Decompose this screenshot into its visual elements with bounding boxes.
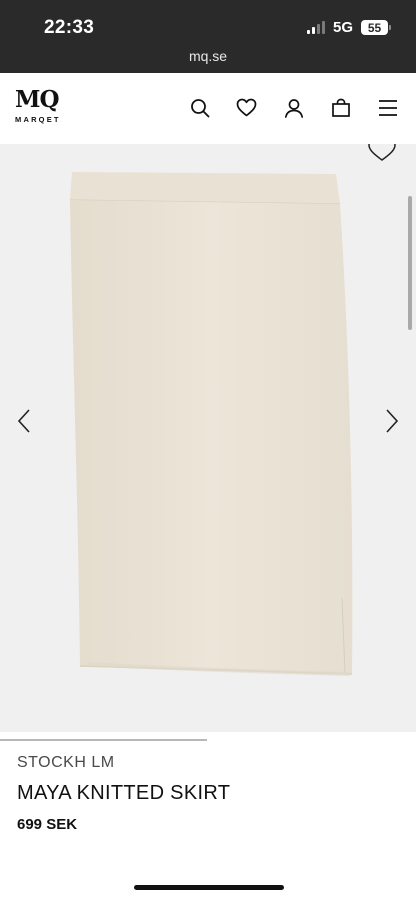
logo-mark: MQ (15, 86, 60, 113)
search-icon[interactable] (189, 97, 210, 118)
product-price: 699 SEK (17, 816, 78, 833)
product-gallery[interactable] (0, 144, 416, 732)
heart-icon[interactable] (236, 97, 257, 118)
home-indicator[interactable] (134, 885, 284, 890)
scrollbar[interactable] (408, 196, 412, 330)
menu-icon[interactable] (377, 97, 398, 118)
site-logo[interactable]: MQ MARQET (15, 86, 75, 125)
signal-icon (306, 21, 325, 34)
url-bar[interactable]: mq.se (0, 48, 416, 64)
browser-chrome: 22:33 5G 55 mq.se (0, 0, 416, 73)
prev-image-button[interactable] (14, 406, 34, 436)
favorite-heart-icon[interactable] (366, 144, 398, 164)
product-brand[interactable]: STOCKH LM (17, 754, 115, 772)
user-icon[interactable] (283, 97, 304, 118)
site-header: MQ MARQET (0, 73, 416, 144)
logo-wordmark: MARQET (15, 115, 61, 124)
gallery-progress-bar (0, 739, 207, 741)
bag-icon[interactable] (330, 97, 351, 118)
battery-icon: 55 (361, 20, 391, 35)
status-indicators: 5G 55 (306, 19, 391, 36)
next-image-button[interactable] (382, 406, 402, 436)
network-type: 5G (332, 19, 353, 36)
product-image (69, 172, 353, 676)
status-time: 22:33 (44, 17, 95, 38)
header-actions (189, 97, 398, 118)
product-title: MAYA KNITTED SKIRT (17, 782, 231, 804)
